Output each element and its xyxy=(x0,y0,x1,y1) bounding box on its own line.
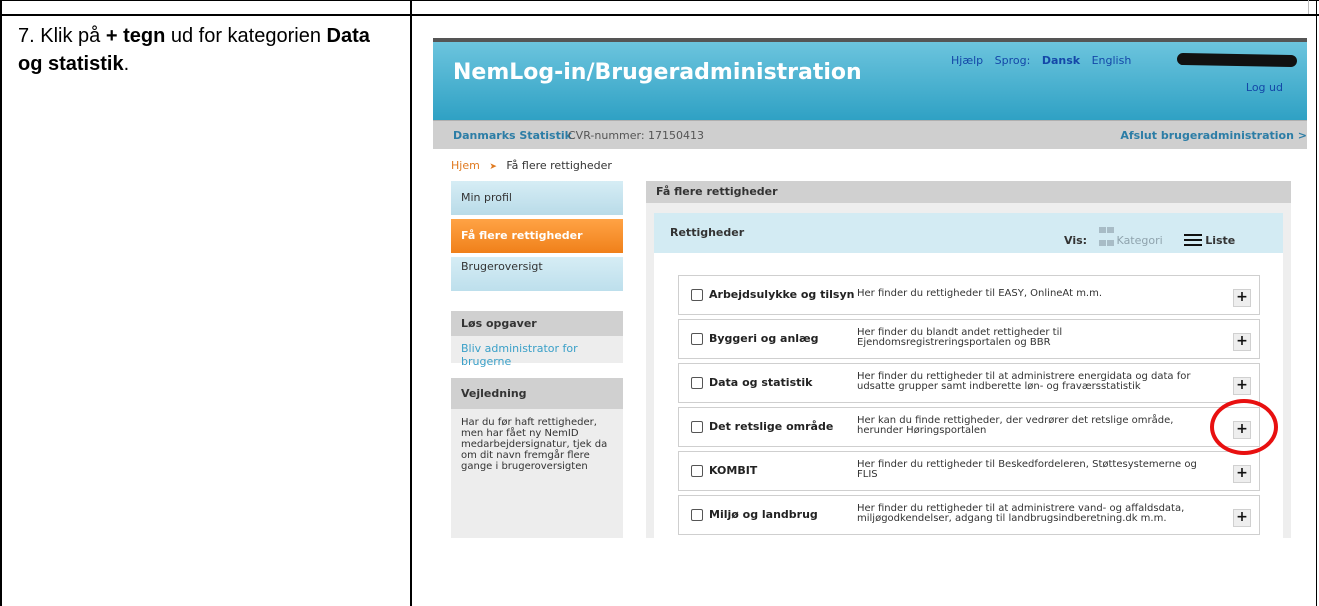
rights-title: Rettigheder xyxy=(670,226,745,239)
category-name: Byggeri og anlæg xyxy=(709,332,819,345)
view-category-label: Kategori xyxy=(1116,234,1163,247)
header-topbar xyxy=(433,38,1307,42)
become-admin-link[interactable]: Bliv administrator for brugerne xyxy=(451,336,623,374)
sidebar-item-min-profil[interactable]: Min profil xyxy=(451,181,623,215)
view-label: Vis: xyxy=(1064,234,1088,247)
category-checkbox[interactable] xyxy=(691,333,703,345)
category-description: Her finder du blandt andet rettigheder t… xyxy=(857,327,1063,348)
category-description: Her kan du finde rettigheder, der vedrør… xyxy=(857,415,1174,436)
rights-header: Rettigheder Vis: Kategori Liste xyxy=(654,213,1283,253)
category-checkbox[interactable] xyxy=(691,377,703,389)
category-checkbox[interactable] xyxy=(691,465,703,477)
exit-admin-link[interactable]: Afslut brugeradministration > xyxy=(1120,129,1307,142)
category-description: Her finder du rettigheder til at adminis… xyxy=(857,503,1185,524)
category-checkbox[interactable] xyxy=(691,289,703,301)
breadcrumb-arrow-icon: ➤ xyxy=(489,162,497,172)
rights-list: Arbejdsulykke og tilsyn Her finder du re… xyxy=(654,253,1283,538)
sidebar-item-brugeroversigt[interactable]: Brugeroversigt xyxy=(451,257,623,291)
language-label: Sprog: xyxy=(994,54,1031,67)
category-name: Arbejdsulykke og tilsyn xyxy=(709,288,855,301)
help-link[interactable]: Hjælp xyxy=(951,54,983,67)
header-links: Hjælp Sprog: Dansk English xyxy=(951,54,1139,67)
tasks-panel: Løs opgaver Bliv administrator for bruge… xyxy=(451,311,623,368)
expand-plus-button[interactable]: + xyxy=(1233,377,1251,395)
instruction-end: . xyxy=(123,53,130,75)
expand-plus-button[interactable]: + xyxy=(1233,333,1251,351)
guide-panel: Vejledning Har du før haft rettigheder, … xyxy=(451,378,623,538)
list-item: Det retslige område Her kan du finde ret… xyxy=(678,407,1260,447)
brand-title: NemLog-in/Brugeradministration xyxy=(453,60,862,85)
table-edge xyxy=(1308,0,1309,14)
plus-icon: + xyxy=(105,25,118,47)
grid-icon xyxy=(1098,224,1115,246)
category-description: Her finder du rettigheder til EASY, Onli… xyxy=(857,288,1103,299)
category-name: KOMBIT xyxy=(709,464,758,477)
tasks-title: Løs opgaver xyxy=(451,311,623,336)
list-item: Byggeri og anlæg Her finder du blandt an… xyxy=(678,319,1260,359)
expand-plus-button[interactable]: + xyxy=(1233,509,1251,527)
logout-link[interactable]: Log ud xyxy=(1246,81,1283,94)
category-description: Her finder du rettigheder til Beskedford… xyxy=(857,459,1197,480)
list-item: Arbejdsulykke og tilsyn Her finder du re… xyxy=(678,275,1260,315)
sidebar-item-faa-flere-rettigheder[interactable]: Få flere rettigheder xyxy=(451,219,623,253)
list-item: Data og statistik Her finder du rettighe… xyxy=(678,363,1260,403)
instruction-rest: ud for kategorien xyxy=(170,25,321,47)
instruction-action: tegn xyxy=(123,25,166,47)
instruction-step: 7. Klik på xyxy=(18,25,101,47)
organization-bar: Danmarks Statistik CVR-nummer: 17150413 … xyxy=(433,120,1307,149)
app-header: NemLog-in/Brugeradministration Hjælp Spr… xyxy=(433,38,1307,120)
breadcrumb-home[interactable]: Hjem xyxy=(451,159,480,172)
category-checkbox[interactable] xyxy=(691,509,703,521)
guide-title: Vejledning xyxy=(451,378,623,409)
guide-text: Har du før haft rettigheder, men har fåe… xyxy=(461,417,608,472)
language-english[interactable]: English xyxy=(1092,54,1132,67)
main-panel: Få flere rettigheder Rettigheder Vis: Ka… xyxy=(646,181,1291,538)
breadcrumb: Hjem ➤ Få flere rettigheder xyxy=(451,159,612,172)
cvr-number: CVR-nummer: 17150413 xyxy=(568,129,705,142)
list-icon xyxy=(1184,234,1203,246)
table-column-divider xyxy=(410,0,412,606)
view-switcher: Vis: Kategori Liste xyxy=(1064,224,1235,247)
breadcrumb-current: Få flere rettigheder xyxy=(506,159,612,172)
expand-plus-button[interactable]: + xyxy=(1233,465,1251,483)
instruction-text: 7. Klik på + tegn ud for kategorien Data… xyxy=(18,22,398,78)
category-description: Her finder du rettigheder til at adminis… xyxy=(857,371,1191,392)
list-item: Miljø og landbrug Her finder du rettighe… xyxy=(678,495,1260,535)
view-category-button[interactable]: Kategori xyxy=(1098,227,1167,247)
organization-name[interactable]: Danmarks Statistik xyxy=(453,129,572,142)
category-name: Det retslige område xyxy=(709,420,834,433)
view-list-button[interactable]: Liste xyxy=(1184,234,1235,247)
language-danish[interactable]: Dansk xyxy=(1042,54,1080,67)
app-screenshot: NemLog-in/Brugeradministration Hjælp Spr… xyxy=(433,38,1307,538)
redacted-username xyxy=(1176,52,1298,68)
list-item: KOMBIT Her finder du rettigheder til Bes… xyxy=(678,451,1260,491)
highlight-circle xyxy=(1210,399,1278,455)
category-checkbox[interactable] xyxy=(691,421,703,433)
view-list-label: Liste xyxy=(1205,234,1236,247)
category-name: Data og statistik xyxy=(709,376,813,389)
expand-plus-button[interactable]: + xyxy=(1233,289,1251,307)
sidebar: Min profil Få flere rettigheder Brugerov… xyxy=(451,181,623,538)
main-title: Få flere rettigheder xyxy=(646,181,1291,203)
category-name: Miljø og landbrug xyxy=(709,508,818,521)
